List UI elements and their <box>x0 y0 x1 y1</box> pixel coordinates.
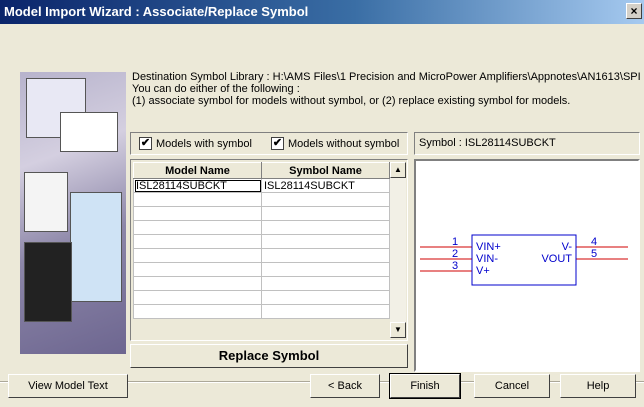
table-row[interactable] <box>133 262 390 277</box>
empty-cell[interactable] <box>261 276 390 291</box>
models-without-symbol-checkbox[interactable]: ✔ Models without symbol <box>271 137 399 150</box>
symbol-name-cell[interactable]: ISL28114SUBCKT <box>261 178 390 193</box>
table-row[interactable]: ISL28114SUBCKT ISL28114SUBCKT <box>133 178 390 193</box>
cancel-button[interactable]: Cancel <box>474 374 550 398</box>
table-row[interactable] <box>133 192 390 207</box>
table-row[interactable] <box>133 276 390 291</box>
check-icon: ✔ <box>139 137 152 150</box>
view-model-text-button[interactable]: View Model Text <box>8 374 128 398</box>
replace-symbol-button[interactable]: Replace Symbol <box>130 344 408 368</box>
scroll-up-icon[interactable]: ▲ <box>390 162 406 178</box>
empty-cell[interactable] <box>133 234 262 249</box>
pin-label: V- <box>562 241 573 253</box>
close-icon[interactable]: × <box>626 3 642 19</box>
empty-cell[interactable] <box>261 234 390 249</box>
empty-cell[interactable] <box>133 276 262 291</box>
wizard-illustration <box>20 72 126 354</box>
window-title: Model Import Wizard : Associate/Replace … <box>4 4 309 19</box>
info-line-3: (1) associate symbol for models without … <box>132 95 571 107</box>
empty-cell[interactable] <box>261 262 390 277</box>
empty-cell[interactable] <box>261 290 390 305</box>
pin-number: 4 <box>591 236 597 248</box>
scroll-down-icon[interactable]: ▼ <box>390 322 406 338</box>
models-with-symbol-checkbox[interactable]: ✔ Models with symbol <box>139 137 252 150</box>
pin-label: VIN+ <box>476 241 501 253</box>
pin-label: VOUT <box>541 253 572 265</box>
empty-cell[interactable] <box>261 192 390 207</box>
empty-cell[interactable] <box>133 248 262 263</box>
empty-cell[interactable] <box>133 192 262 207</box>
empty-cell[interactable] <box>133 290 262 305</box>
title-bar: Model Import Wizard : Associate/Replace … <box>0 0 644 24</box>
model-table: Model Name Symbol Name ISL28114SUBCKT IS… <box>133 162 390 319</box>
info-line-2: You can do either of the following : <box>132 83 300 95</box>
symbol-name-label: Symbol : ISL28114SUBCKT <box>414 132 640 155</box>
destination-label: Destination Symbol Library : <box>132 71 270 83</box>
destination-path: H:\AMS Files\1 Precision and MicroPower … <box>272 71 641 83</box>
table-row[interactable] <box>133 290 390 305</box>
symbol-drawing: 1 2 3 4 5 VIN+ VIN- V+ V- VOUT <box>420 234 628 286</box>
pin-number: 3 <box>452 260 458 272</box>
pin-label: VIN- <box>476 253 498 265</box>
empty-cell[interactable] <box>261 220 390 235</box>
model-name-cell[interactable]: ISL28114SUBCKT <box>133 178 262 193</box>
empty-cell[interactable] <box>133 220 262 235</box>
table-row[interactable] <box>133 206 390 221</box>
pin-label: V+ <box>476 265 490 277</box>
info-text: Destination Symbol Library : H:\AMS File… <box>132 71 641 107</box>
table-row[interactable] <box>133 220 390 235</box>
filter-checkbox-group: ✔ Models with symbol ✔ Models without sy… <box>130 132 408 155</box>
vertical-scrollbar[interactable]: ▲ ▼ <box>390 162 406 338</box>
column-header-model-name[interactable]: Model Name <box>133 162 262 179</box>
empty-cell[interactable] <box>261 206 390 221</box>
help-button[interactable]: Help <box>560 374 636 398</box>
pin-number: 1 <box>452 236 458 248</box>
model-symbol-grid: Model Name Symbol Name ISL28114SUBCKT IS… <box>130 159 408 341</box>
table-row[interactable] <box>133 234 390 249</box>
empty-cell[interactable] <box>133 304 262 319</box>
empty-cell[interactable] <box>133 262 262 277</box>
empty-cell[interactable] <box>261 304 390 319</box>
back-button[interactable]: < Back <box>310 374 380 398</box>
pin-number: 5 <box>591 248 597 260</box>
models-without-symbol-label: Models without symbol <box>288 137 400 150</box>
table-row[interactable] <box>133 248 390 263</box>
check-icon: ✔ <box>271 137 284 150</box>
models-with-symbol-label: Models with symbol <box>156 137 252 150</box>
empty-cell[interactable] <box>133 206 262 221</box>
finish-button[interactable]: Finish <box>389 373 461 399</box>
empty-cell[interactable] <box>261 248 390 263</box>
table-row[interactable] <box>133 304 390 319</box>
wizard-body: Destination Symbol Library : H:\AMS File… <box>0 24 644 407</box>
column-header-symbol-name[interactable]: Symbol Name <box>261 162 390 179</box>
symbol-preview: 1 2 3 4 5 VIN+ VIN- V+ V- VOUT <box>414 159 640 372</box>
pin-number: 2 <box>452 248 458 260</box>
